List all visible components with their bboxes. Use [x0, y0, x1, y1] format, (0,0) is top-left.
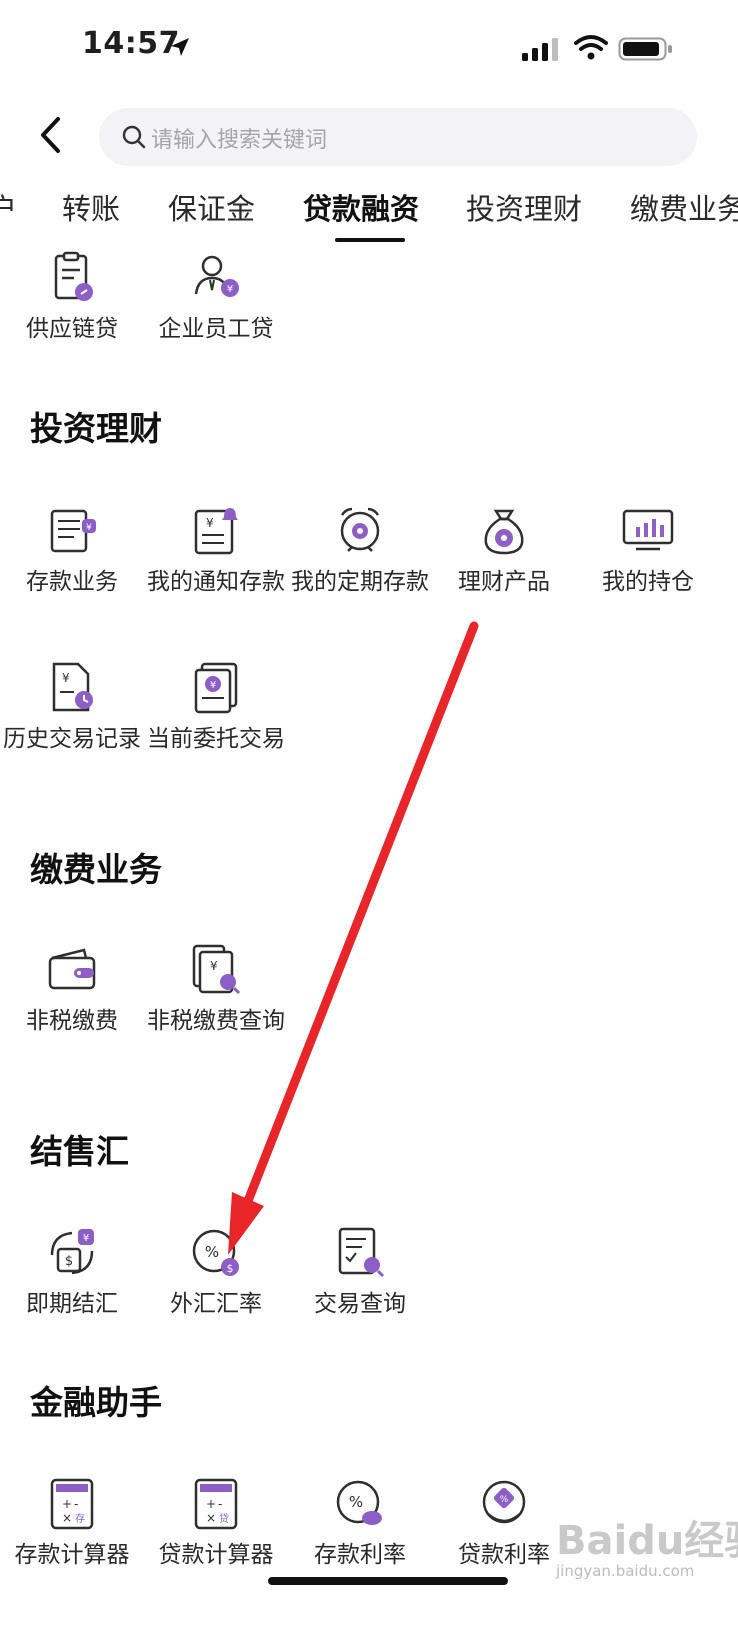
service-label: 非税缴费	[26, 1008, 118, 1034]
service-item[interactable]: 非税缴费	[0, 942, 146, 1102]
transaction-query-icon	[338, 1227, 385, 1278]
tab-loan-financing[interactable]: 贷款融资	[303, 186, 419, 228]
service-label: 即期结汇	[26, 1291, 118, 1317]
svg-text:×: ×	[62, 1511, 72, 1525]
service-label: 存款业务	[26, 569, 118, 595]
service-label: 当前委托交易	[147, 726, 285, 752]
tab-deposit-margin[interactable]: 保证金	[168, 186, 255, 228]
service-label: 理财产品	[458, 569, 550, 595]
svg-text:¥: ¥	[210, 959, 218, 973]
service-item[interactable]: ¥ 企业员工贷	[142, 250, 290, 410]
watermark-logo: Baidu经验	[556, 1518, 738, 1564]
cellular-signal-icon	[522, 38, 558, 61]
monitor-chart-icon	[622, 509, 674, 551]
service-item[interactable]: 我的定期存款	[286, 503, 434, 663]
service-item[interactable]: ¥ 当前委托交易	[142, 660, 290, 820]
svg-text:×: ×	[206, 1511, 216, 1525]
tab-fee-payment[interactable]: 缴费业务	[630, 186, 738, 228]
svg-text:+: +	[206, 1497, 216, 1511]
service-item[interactable]: 理财产品	[430, 503, 578, 663]
service-label: 存款利率	[314, 1542, 406, 1568]
money-bag-icon	[484, 509, 524, 555]
svg-text:%: %	[500, 1495, 509, 1505]
service-label: 外汇汇率	[170, 1291, 262, 1317]
svg-text:¥: ¥	[83, 1233, 89, 1244]
svg-text:¥: ¥	[227, 284, 233, 295]
svg-text:¥: ¥	[86, 523, 92, 533]
service-item[interactable]: ¥ 历史交易记录	[0, 660, 146, 820]
svg-text:存: 存	[75, 1512, 85, 1525]
service-label: 交易查询	[314, 1291, 406, 1317]
service-label: 历史交易记录	[3, 726, 141, 752]
svg-text:¥: ¥	[210, 680, 216, 691]
search-input[interactable]: 请输入搜索关键词	[99, 108, 697, 166]
svg-text:+: +	[62, 1497, 72, 1511]
service-item[interactable]: 我的持仓	[574, 503, 722, 663]
watermark-site: jingyan.baidu.com	[556, 1562, 695, 1580]
section-title: 结售汇	[30, 1132, 129, 1171]
alarm-clock-icon	[340, 507, 380, 552]
tab-transfer[interactable]: 转账	[62, 186, 120, 228]
fee-query-icon: ¥	[192, 944, 241, 995]
svg-text:贷: 贷	[219, 1512, 229, 1525]
wallet-icon	[48, 948, 96, 990]
battery-icon	[618, 37, 672, 61]
clipboard-link-icon	[54, 251, 93, 301]
deposit-calculator-icon: + - × 存	[50, 1478, 94, 1530]
status-time: 14:57	[82, 26, 180, 61]
search-placeholder: 请输入搜索关键词	[151, 128, 328, 153]
wifi-icon	[574, 35, 608, 60]
service-item[interactable]: % 存款利率	[286, 1476, 434, 1636]
section-title: 缴费业务	[30, 850, 162, 889]
service-item[interactable]: + - × 贷 贷款计算器	[142, 1476, 290, 1636]
loan-calculator-icon: + - × 贷	[194, 1478, 238, 1530]
category-tabs: 户 转账 保证金 贷款融资 投资理财 缴费业务	[0, 178, 738, 248]
employee-yuan-icon: ¥	[194, 255, 239, 297]
svg-text:$: $	[227, 1262, 234, 1275]
loan-rate-icon: %	[482, 1480, 526, 1524]
svg-text:$: $	[65, 1254, 73, 1269]
svg-text:%: %	[349, 1493, 363, 1511]
active-tab-indicator	[335, 238, 405, 242]
back-icon[interactable]	[34, 113, 68, 157]
service-item[interactable]: 交易查询	[286, 1225, 434, 1385]
section-title: 投资理财	[30, 409, 162, 448]
service-label: 非税缴费查询	[147, 1008, 285, 1034]
home-indicator	[268, 1577, 508, 1585]
svg-text:-: -	[218, 1497, 222, 1511]
entrust-doc-icon: ¥	[194, 662, 238, 714]
svg-text:¥: ¥	[206, 516, 214, 530]
search-icon	[122, 125, 146, 149]
service-label: 存款计算器	[14, 1542, 130, 1568]
status-bar: 14:57	[0, 0, 738, 100]
service-item[interactable]: $ ¥ 即期结汇	[0, 1225, 146, 1385]
exchange-dollar-icon: $ ¥	[50, 1229, 94, 1275]
service-label: 企业员工贷	[158, 316, 274, 342]
fx-rate-icon: % $	[192, 1229, 239, 1276]
tab-account[interactable]: 户	[0, 186, 17, 228]
history-doc-icon: ¥	[52, 662, 93, 712]
service-label: 我的定期存款	[291, 569, 429, 595]
section-title: 金融助手	[30, 1383, 162, 1422]
service-item[interactable]: ¥ 我的通知存款	[142, 503, 290, 663]
service-item[interactable]: 供应链贷	[0, 250, 146, 410]
deposit-doc-icon: ¥	[50, 509, 96, 553]
service-label: 我的持仓	[602, 569, 694, 595]
service-label: 我的通知存款	[147, 569, 285, 595]
notice-deposit-icon: ¥	[194, 508, 238, 555]
svg-text:%: %	[205, 1243, 219, 1261]
deposit-rate-icon: %	[336, 1480, 382, 1525]
svg-text:-: -	[74, 1497, 78, 1511]
service-item[interactable]: + - × 存 存款计算器	[0, 1476, 146, 1636]
service-label: 贷款计算器	[158, 1542, 274, 1568]
service-label: 供应链贷	[26, 316, 118, 342]
location-arrow-icon	[171, 38, 189, 56]
service-item[interactable]: % $ 外汇汇率	[142, 1225, 290, 1385]
svg-text:¥: ¥	[62, 671, 70, 685]
tab-investment[interactable]: 投资理财	[466, 186, 582, 228]
watermark: Baidu经验 jingyan.baidu.com	[556, 1502, 738, 1592]
service-item[interactable]: ¥ 存款业务	[0, 503, 146, 663]
service-item[interactable]: ¥ 非税缴费查询	[142, 942, 290, 1102]
